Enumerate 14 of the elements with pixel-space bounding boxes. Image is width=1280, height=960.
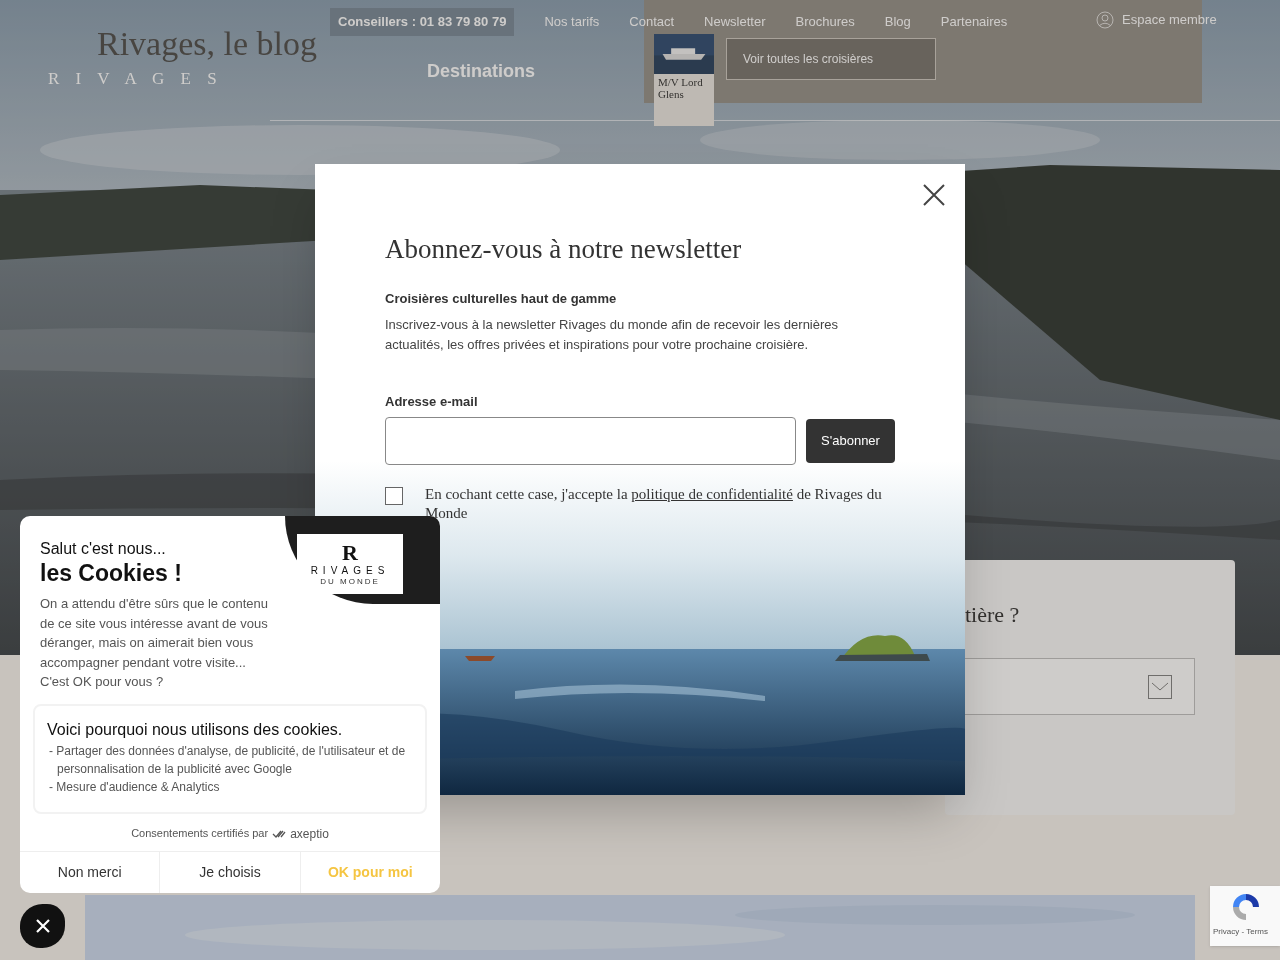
consent-button[interactable]: OK pour moi: [300, 852, 440, 893]
purpose-item: - Partager des données d'analyse, de publicité, de l'utilisateur et de personnalisation de la publicité avec Google: [48, 742, 407, 778]
recaptcha-links[interactable]: Privacy - Terms: [1213, 926, 1268, 938]
check-icon: [272, 828, 287, 839]
certified-label: Consentements certifiés par: [131, 826, 269, 842]
brand-name: axeptio: [290, 825, 329, 843]
close-icon: [34, 918, 51, 934]
purposes-title: Voici pourquoi nous utilisons des cookies.: [47, 719, 344, 740]
purpose-item: - Mesure d'audience & Analytics: [48, 778, 221, 796]
consent-button[interactable]: Non merci: [20, 852, 160, 893]
cookie-question: C'est OK pour vous ?: [40, 673, 165, 691]
chevron-down-icon: [1148, 674, 1172, 699]
consent-button[interactable]: Je choisis: [159, 852, 301, 893]
recaptcha-icon: [1231, 892, 1261, 922]
